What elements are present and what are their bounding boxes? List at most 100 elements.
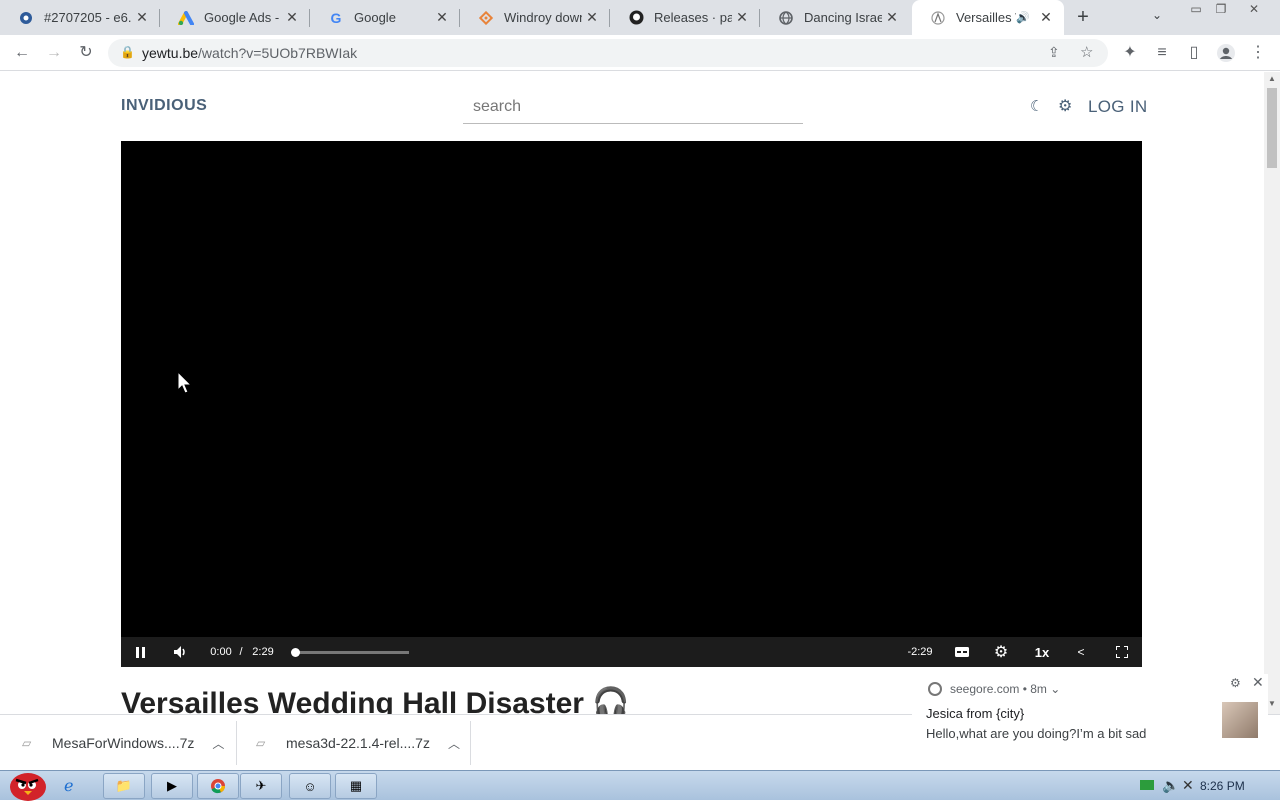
profile-icon[interactable] bbox=[1214, 41, 1238, 65]
new-tab-button[interactable]: + bbox=[1072, 6, 1094, 28]
tab-title: Google Ads - C bbox=[204, 10, 282, 25]
tab-6[interactable]: Dancing Israeli ✕ bbox=[760, 0, 910, 35]
tab-4[interactable]: Windroy downl ✕ bbox=[460, 0, 610, 35]
chevron-down-icon[interactable]: ⌄ bbox=[1152, 8, 1162, 22]
video-title: Versailles Wedding Hall Disaster 🎧 bbox=[121, 687, 630, 714]
notification-body: Hello,what are you doing?I’m a bit sad bbox=[926, 726, 1147, 741]
mouse-cursor-icon bbox=[177, 371, 193, 394]
close-icon[interactable]: ✕ bbox=[1036, 9, 1056, 26]
tab-title: Versailles W bbox=[956, 10, 1016, 25]
reload-icon[interactable]: ↻ bbox=[74, 41, 98, 65]
notification-image bbox=[1222, 702, 1258, 738]
theme-toggle-icon[interactable]: ☾ bbox=[1030, 97, 1043, 115]
close-icon[interactable]: ✕ bbox=[1252, 674, 1264, 691]
remaining-time: -2:29 bbox=[907, 646, 933, 658]
notification-source: seegore.com • 8m ⌄ bbox=[950, 682, 1061, 696]
start-button[interactable] bbox=[2, 763, 50, 801]
diamond-icon bbox=[478, 10, 494, 26]
download-item[interactable]: ▱ mesa3d-22.1.4-rel....7z ︿ bbox=[256, 715, 466, 771]
app-icon[interactable]: ▦ bbox=[335, 773, 377, 799]
volume-button[interactable] bbox=[167, 637, 195, 667]
file-icon: ▱ bbox=[22, 736, 32, 750]
chrome-taskbar-icon[interactable] bbox=[197, 773, 239, 799]
tab-7[interactable]: Versailles W 🔊 ✕ bbox=[912, 0, 1064, 35]
notification-popup[interactable]: seegore.com • 8m ⌄ ⚙ ✕ Jesica from {city… bbox=[912, 674, 1268, 750]
minimize-icon[interactable]: ▭ bbox=[1187, 2, 1205, 16]
back-icon[interactable]: ← bbox=[10, 41, 34, 65]
progress-handle[interactable] bbox=[291, 648, 300, 657]
invidious-icon bbox=[930, 10, 946, 26]
ie-icon[interactable]: ℯ bbox=[64, 776, 73, 796]
address-bar[interactable]: 🔒 yewtu.be/watch?v=5UOb7RBWIak ⇪ ☆ bbox=[108, 39, 1108, 67]
tab-title: #2707205 - e6.. bbox=[44, 10, 132, 25]
star-icon[interactable]: ☆ bbox=[1080, 43, 1093, 61]
window-close-icon[interactable]: ✕ bbox=[1245, 2, 1263, 16]
close-icon[interactable]: ✕ bbox=[582, 9, 602, 26]
duration: 2:29 bbox=[252, 646, 274, 658]
site-logo[interactable]: INVIDIOUS bbox=[121, 97, 207, 115]
close-icon[interactable]: ✕ bbox=[282, 9, 302, 26]
time-separator: / bbox=[239, 646, 243, 658]
tab-3[interactable]: G Google ✕ bbox=[310, 0, 460, 35]
notification-title: Jesica from {city} bbox=[926, 706, 1025, 721]
tab-1[interactable]: #2707205 - e6.. ✕ bbox=[0, 0, 160, 35]
tab-title: Google bbox=[354, 10, 396, 25]
restore-icon[interactable]: ❐ bbox=[1212, 2, 1230, 16]
settings-gear-icon[interactable]: ⚙ bbox=[1230, 676, 1241, 690]
page-content: INVIDIOUS ☾ ⚙ LOG IN 0:00 / 2:29 -2:29 ⚙… bbox=[0, 72, 1264, 714]
network-icon[interactable] bbox=[1140, 780, 1154, 790]
lock-icon: 🔒 bbox=[120, 45, 135, 59]
login-link[interactable]: LOG IN bbox=[1088, 97, 1147, 117]
file-icon: ▱ bbox=[256, 736, 266, 750]
media-player-icon[interactable]: ▶ bbox=[151, 773, 193, 799]
tray-icon[interactable]: ✕ bbox=[1182, 777, 1194, 794]
close-icon[interactable]: ✕ bbox=[132, 9, 152, 26]
settings-gear-icon[interactable]: ⚙ bbox=[989, 637, 1013, 667]
scroll-up-icon[interactable]: ▲ bbox=[1268, 74, 1276, 83]
close-icon[interactable]: ✕ bbox=[732, 9, 752, 26]
download-filename: MesaForWindows....7z bbox=[52, 735, 195, 751]
video-player[interactable]: 0:00 / 2:29 -2:29 ⚙ 1x < bbox=[121, 141, 1142, 667]
progress-bar[interactable] bbox=[291, 648, 409, 657]
explorer-icon[interactable]: 📁 bbox=[103, 773, 145, 799]
volume-icon[interactable]: 🔈 bbox=[1162, 777, 1179, 794]
pause-button[interactable] bbox=[127, 637, 155, 667]
scroll-down-icon[interactable]: ▼ bbox=[1268, 699, 1276, 708]
site-e-icon bbox=[18, 10, 34, 26]
forward-icon[interactable]: → bbox=[42, 41, 66, 65]
tab-2[interactable]: Google Ads - C ✕ bbox=[160, 0, 310, 35]
scroll-thumb[interactable] bbox=[1267, 88, 1277, 168]
close-icon[interactable]: ✕ bbox=[882, 9, 902, 26]
speaker-icon[interactable]: 🔊 bbox=[1016, 11, 1030, 24]
tab-5[interactable]: Releases · pal1 ✕ bbox=[610, 0, 760, 35]
fullscreen-icon[interactable] bbox=[1111, 637, 1133, 667]
url-text[interactable]: yewtu.be/watch?v=5UOb7RBWIak bbox=[142, 45, 357, 61]
tab-title: Releases · pal1 bbox=[654, 10, 732, 25]
clock[interactable]: 8:26 PM bbox=[1200, 779, 1245, 793]
extensions-icon[interactable]: ✦ bbox=[1118, 41, 1142, 65]
tab-title: Windroy downl bbox=[504, 10, 582, 25]
google-icon: G bbox=[330, 9, 342, 26]
download-filename: mesa3d-22.1.4-rel....7z bbox=[286, 735, 430, 751]
captions-icon[interactable] bbox=[951, 637, 973, 667]
media-icon[interactable]: ≡ bbox=[1150, 41, 1174, 65]
search-input[interactable] bbox=[463, 90, 803, 124]
app-icon[interactable]: ☺ bbox=[289, 773, 331, 799]
player-controls: 0:00 / 2:29 -2:29 ⚙ 1x < bbox=[121, 637, 1142, 667]
tab-title: Dancing Israeli bbox=[804, 10, 882, 25]
share-icon[interactable]: < bbox=[1071, 637, 1091, 667]
tab-strip: #2707205 - e6.. ✕ Google Ads - C ✕ G Goo… bbox=[0, 0, 1280, 35]
playback-rate[interactable]: 1x bbox=[1029, 637, 1055, 667]
download-item[interactable]: ▱ MesaForWindows....7z ︿ bbox=[22, 715, 232, 771]
page-scrollbar[interactable]: ▲ ▼ bbox=[1264, 72, 1280, 714]
taskbar: ℯ 📁 ▶ ✈ ☺ ▦ 🔈 ✕ 8:26 PM bbox=[0, 770, 1280, 801]
share-icon[interactable]: ⇪ bbox=[1048, 44, 1060, 61]
menu-icon[interactable]: ⋮ bbox=[1246, 41, 1270, 65]
chevron-up-icon[interactable]: ︿ bbox=[448, 735, 460, 752]
chrome-icon bbox=[928, 682, 942, 696]
close-icon[interactable]: ✕ bbox=[432, 9, 452, 26]
chevron-up-icon[interactable]: ︿ bbox=[212, 735, 224, 752]
side-panel-icon[interactable]: ▯ bbox=[1182, 41, 1206, 65]
app-icon[interactable]: ✈ bbox=[240, 773, 282, 799]
preferences-icon[interactable]: ⚙ bbox=[1058, 96, 1072, 116]
